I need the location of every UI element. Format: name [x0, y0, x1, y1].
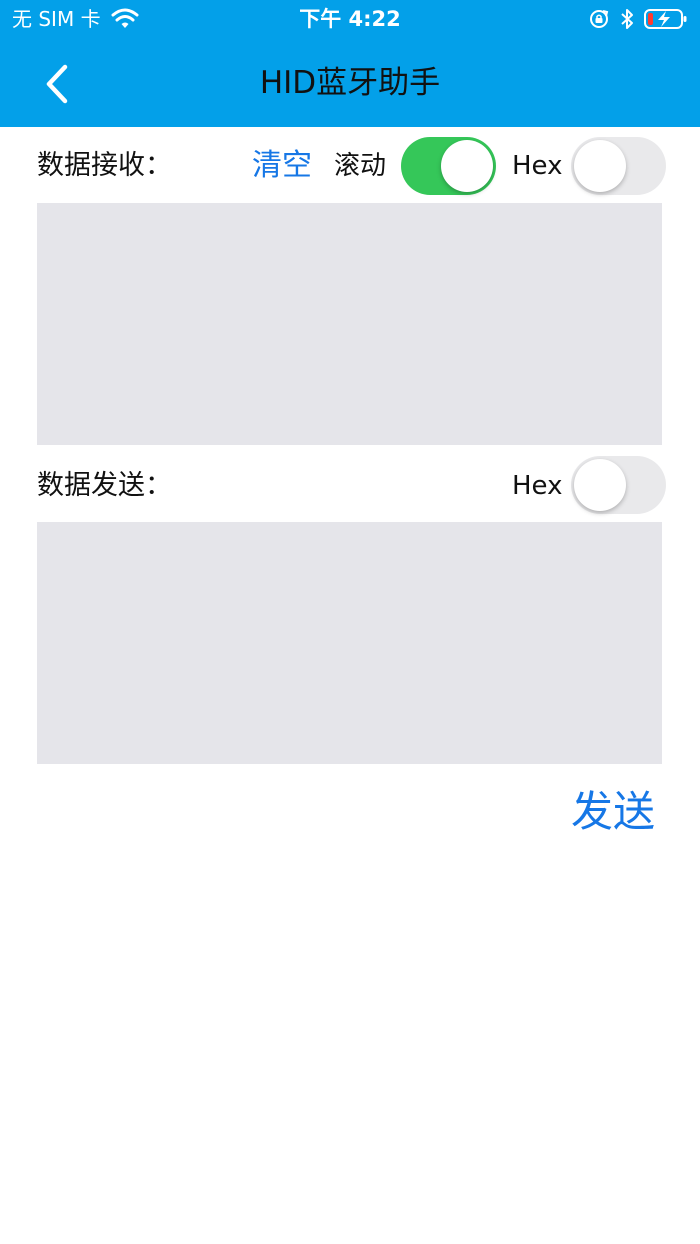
- receive-hex-label: Hex: [512, 151, 563, 181]
- receive-label: 数据接收：: [37, 150, 172, 181]
- top-bar: 无 SIM 卡 下午 4:22 HID蓝牙助手: [0, 0, 700, 127]
- toggle-knob: [441, 140, 493, 192]
- status-icons: [578, 6, 688, 32]
- receive-hex-toggle[interactable]: [571, 137, 666, 195]
- send-button[interactable]: 发送: [571, 784, 655, 840]
- send-hex-toggle[interactable]: [571, 456, 666, 514]
- navigation-bar: HID蓝牙助手: [0, 40, 700, 127]
- send-data-textarea[interactable]: [37, 522, 662, 764]
- scroll-label: 滚动: [334, 151, 387, 181]
- toggle-knob: [574, 459, 626, 511]
- battery-charging-icon: [644, 9, 687, 29]
- status-bar: 无 SIM 卡 下午 4:22: [0, 0, 700, 40]
- page-title: HID蓝牙助手: [259, 65, 441, 101]
- app-screen: 无 SIM 卡 下午 4:22 HID蓝牙助手 数据接收： 清空 滚动 Hex …: [0, 0, 700, 1244]
- toggle-knob: [574, 140, 626, 192]
- orientation-lock-icon: [590, 10, 609, 28]
- receive-data-textarea[interactable]: [37, 203, 662, 445]
- bluetooth-icon: [621, 9, 633, 29]
- clear-button[interactable]: 清空: [252, 144, 312, 188]
- send-hex-label: Hex: [512, 471, 563, 501]
- send-label: 数据发送：: [37, 470, 172, 501]
- scroll-toggle[interactable]: [401, 137, 496, 195]
